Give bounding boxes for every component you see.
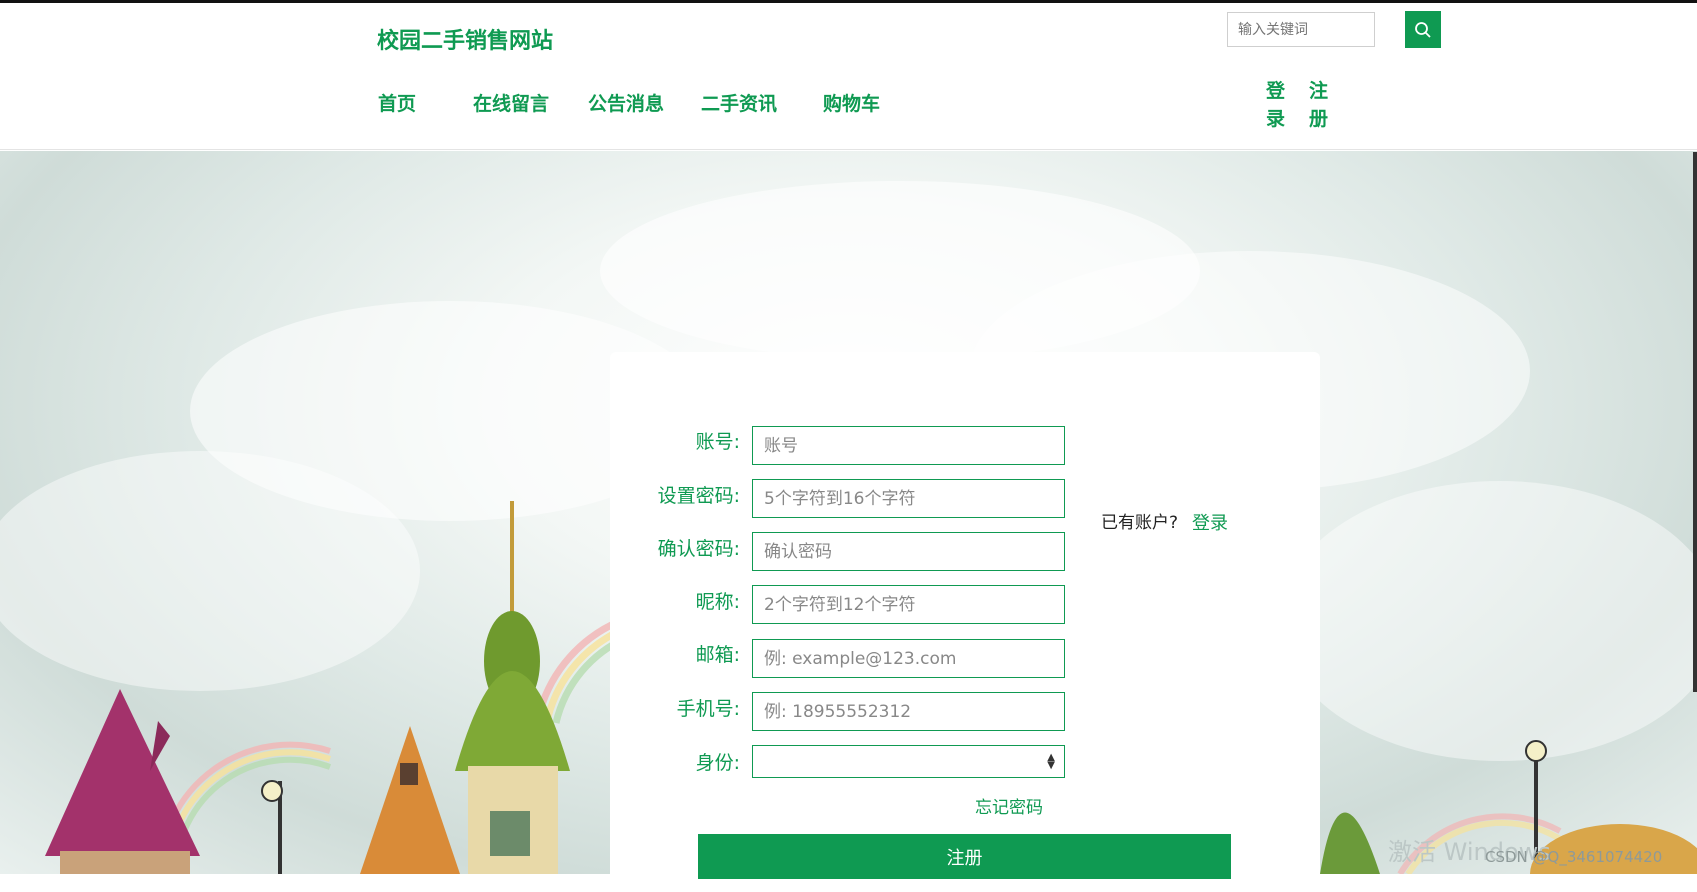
site-header: 校园二手销售网站 首页 在线留言 公告消息 二手资讯 购物车 登录 注册 — [0, 3, 1697, 150]
nav-home[interactable]: 首页 — [378, 89, 416, 116]
phone-input[interactable] — [752, 692, 1065, 731]
search-input[interactable] — [1227, 12, 1375, 47]
search-button[interactable] — [1405, 11, 1441, 48]
search-icon — [1415, 21, 1431, 38]
have-account-text: 已有账户? — [1101, 513, 1179, 533]
password-input[interactable] — [752, 479, 1065, 518]
nickname-label: 昵称: — [695, 591, 740, 613]
header-register-link[interactable]: 注册 — [1309, 77, 1333, 133]
forgot-password-link[interactable]: 忘记密码 — [975, 793, 1043, 818]
password-label: 设置密码: — [657, 485, 740, 507]
nav-secondhand-news[interactable]: 二手资讯 — [701, 89, 777, 116]
csdn-watermark: CSDN @Q_3461074420 — [1485, 848, 1663, 866]
register-button[interactable]: 注册 — [698, 834, 1231, 879]
nickname-input[interactable] — [752, 585, 1065, 624]
header-login-link[interactable]: 登录 — [1266, 77, 1290, 133]
site-title[interactable]: 校园二手销售网站 — [377, 23, 553, 55]
confirm-password-label: 确认密码: — [657, 538, 740, 560]
account-label: 账号: — [695, 431, 740, 453]
nav-shopping-cart[interactable]: 购物车 — [823, 89, 880, 116]
account-input[interactable] — [752, 426, 1065, 465]
email-label: 邮箱: — [695, 644, 740, 666]
identity-select[interactable]: ▲ ▼ — [752, 745, 1065, 778]
email-input[interactable] — [752, 639, 1065, 678]
nav-announcements[interactable]: 公告消息 — [588, 89, 664, 116]
select-arrows-icon: ▲ ▼ — [1047, 752, 1055, 771]
card-login-link[interactable]: 登录 — [1192, 509, 1228, 535]
scrollbar[interactable] — [1693, 152, 1697, 692]
identity-label: 身份: — [695, 752, 740, 774]
phone-label: 手机号: — [676, 698, 740, 720]
nav-online-message[interactable]: 在线留言 — [473, 89, 549, 116]
confirm-password-input[interactable] — [752, 532, 1065, 571]
